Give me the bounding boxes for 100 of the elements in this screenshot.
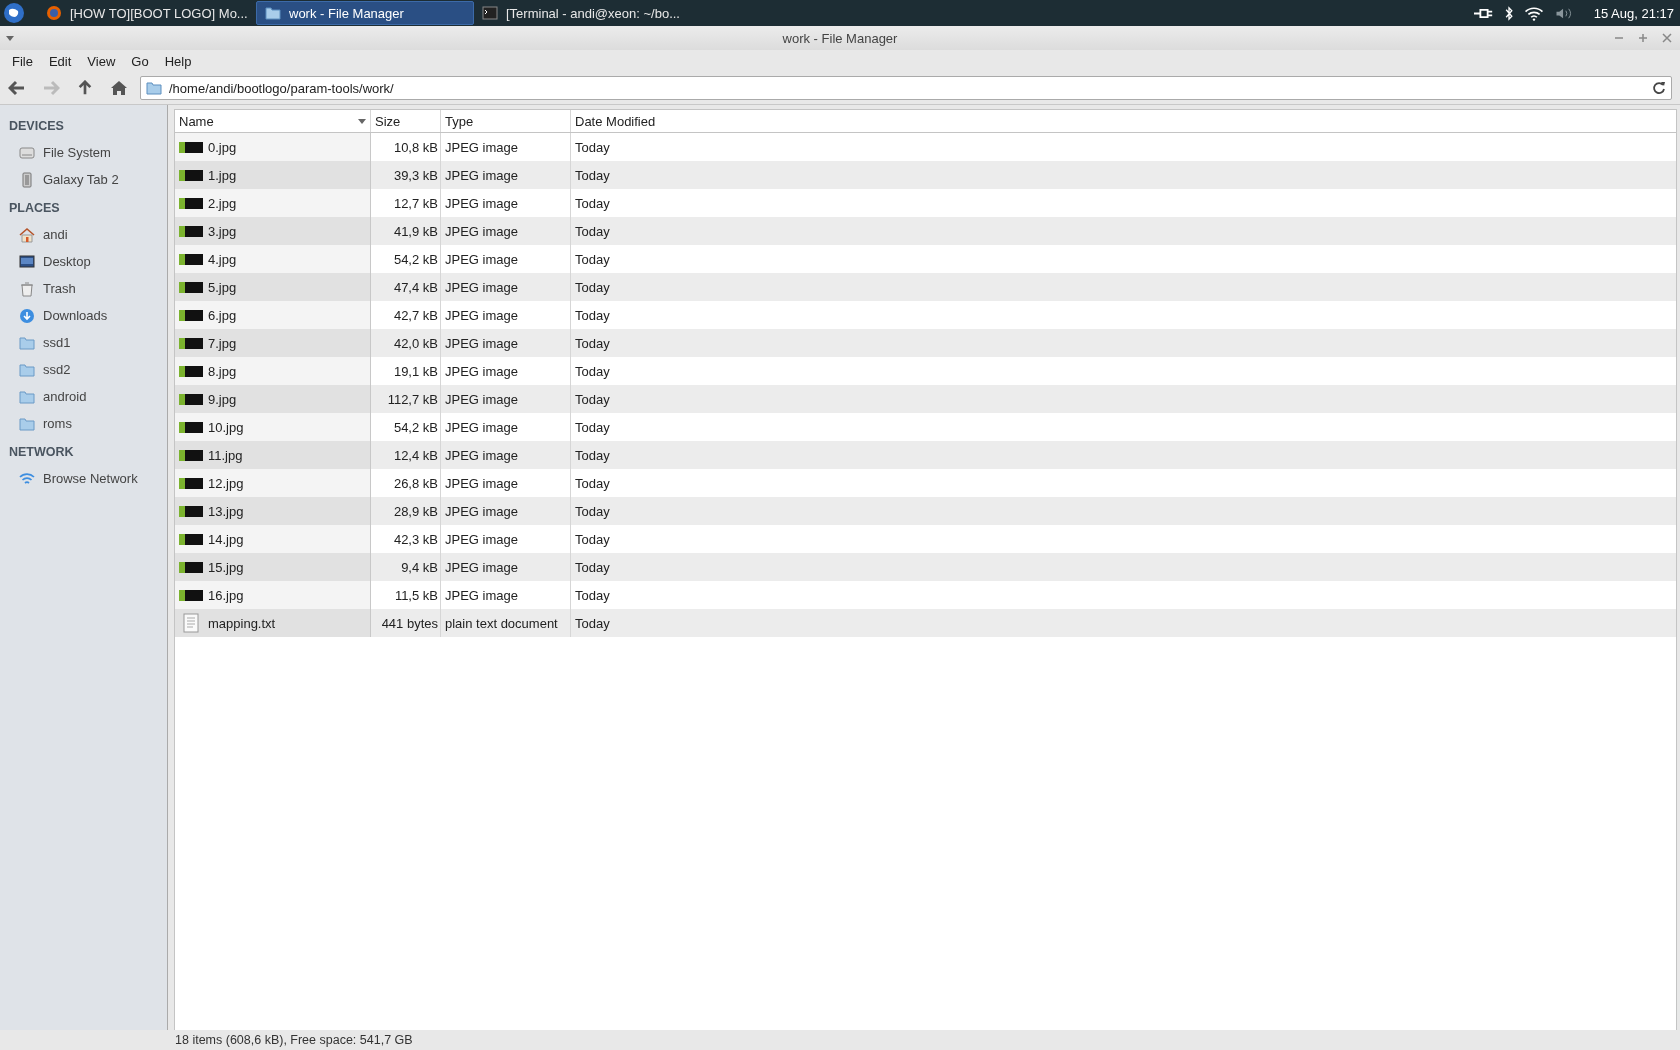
column-header[interactable]: Type (441, 110, 571, 132)
file-name[interactable]: 6.jpg (208, 307, 237, 323)
date-modified: Today (575, 615, 610, 631)
file-name[interactable]: 0.jpg (208, 139, 237, 155)
file-name[interactable]: 12.jpg (208, 475, 244, 491)
file-size: 12,7 kB (393, 195, 438, 211)
hard-drive-icon (19, 144, 35, 161)
file-size: 39,3 kB (393, 167, 438, 183)
file-name[interactable]: 10.jpg (208, 419, 244, 435)
file-type: JPEG image (445, 167, 518, 183)
menu-item[interactable]: Edit (40, 51, 80, 71)
folder-icon (19, 361, 35, 378)
column-header[interactable]: Name (175, 110, 371, 132)
sidebar-item[interactable]: File System (43, 145, 111, 160)
file-type: JPEG image (445, 419, 518, 435)
maximize-icon[interactable] (1638, 33, 1648, 43)
trash-icon (19, 280, 35, 297)
file-name[interactable]: 4.jpg (208, 251, 237, 267)
file-name[interactable]: 15.jpg (208, 559, 244, 575)
sidebar-item[interactable]: Trash (43, 281, 76, 296)
reload-icon[interactable] (1652, 81, 1666, 95)
file-size: 42,0 kB (393, 335, 438, 351)
sidebar-item[interactable]: Galaxy Tab 2 (43, 172, 119, 187)
location-field[interactable]: /home/andi/bootlogo/param-tools/work/ (140, 76, 1672, 100)
sidebar-item[interactable]: Browse Network (43, 471, 138, 486)
close-icon[interactable] (1662, 33, 1672, 43)
date-modified: Today (575, 223, 610, 239)
file-name[interactable]: 7.jpg (208, 335, 237, 351)
date-modified: Today (575, 447, 610, 463)
file-name[interactable]: 1.jpg (208, 167, 237, 183)
file-size: 28,9 kB (393, 503, 438, 519)
menu-item[interactable]: Help (156, 51, 200, 71)
column-header[interactable]: Date Modified (571, 110, 1676, 132)
taskbar-button[interactable]: [Terminal - andi@xeon: ~/bo... (474, 1, 692, 25)
file-size: 26,8 kB (393, 475, 438, 491)
file-name[interactable]: 5.jpg (208, 279, 237, 295)
sidebar-item[interactable]: android (43, 389, 87, 404)
image-thumbnail (179, 449, 203, 461)
image-thumbnail (179, 505, 203, 517)
file-name[interactable]: 16.jpg (208, 587, 244, 603)
date-modified: Today (575, 167, 610, 183)
date-modified: Today (575, 307, 610, 323)
start-menu-icon[interactable] (4, 3, 24, 23)
window-menu-icon[interactable] (6, 35, 14, 41)
date-modified: Today (575, 587, 610, 603)
sidebar-item[interactable]: ssd1 (43, 335, 71, 350)
image-thumbnail (179, 253, 203, 265)
bluetooth-icon[interactable] (1503, 5, 1514, 21)
image-thumbnail (179, 141, 203, 153)
file-name[interactable]: 14.jpg (208, 531, 244, 547)
file-name[interactable]: 13.jpg (208, 503, 244, 519)
file-name[interactable]: 3.jpg (208, 223, 237, 239)
menu-item[interactable]: View (79, 51, 124, 71)
taskbar-button[interactable]: work - File Manager (256, 1, 474, 25)
image-thumbnail (179, 337, 203, 349)
image-thumbnail (179, 281, 203, 293)
file-type: JPEG image (445, 307, 518, 323)
file-type: JPEG image (445, 475, 518, 491)
date-modified: Today (575, 531, 610, 547)
sidebar-item[interactable]: andi (43, 227, 68, 242)
image-thumbnail (179, 309, 203, 321)
file-size: 42,3 kB (393, 531, 438, 547)
file-name[interactable]: mapping.txt (208, 615, 276, 631)
sidebar-item[interactable]: Downloads (43, 308, 108, 323)
file-size: 112,7 kB (387, 391, 438, 407)
file-type: JPEG image (445, 363, 518, 379)
file-type: JPEG image (445, 139, 518, 155)
image-thumbnail (179, 477, 203, 489)
status-text: 18 items (608,6 kB), Free space: 541,7 GB (175, 1033, 413, 1047)
date-modified: Today (575, 363, 610, 379)
browser-icon (46, 5, 62, 21)
file-size: 42,7 kB (393, 307, 438, 323)
folder-icon (19, 388, 35, 405)
file-name[interactable]: 8.jpg (208, 363, 237, 379)
file-type: JPEG image (445, 251, 518, 267)
up-arrow-icon[interactable] (76, 80, 94, 96)
menu-item[interactable]: Go (123, 51, 157, 71)
date-modified: Today (575, 475, 610, 491)
folder-icon (19, 334, 35, 351)
sidebar-item[interactable]: ssd2 (43, 362, 71, 377)
file-name[interactable]: 11.jpg (208, 447, 243, 463)
date-modified: Today (575, 139, 610, 155)
image-thumbnail (179, 533, 203, 545)
file-name[interactable]: 2.jpg (208, 195, 237, 211)
file-name[interactable]: 9.jpg (208, 391, 237, 407)
image-thumbnail (179, 365, 203, 377)
back-arrow-icon[interactable] (8, 80, 26, 96)
file-size: 54,2 kB (393, 251, 438, 267)
date-modified: Today (575, 335, 610, 351)
folder-icon (19, 415, 35, 432)
menu-item[interactable]: File (4, 51, 41, 71)
taskbar-button[interactable]: [HOW TO][BOOT LOGO] Mo... (38, 1, 256, 25)
column-header[interactable]: Size (371, 110, 441, 132)
home-icon[interactable] (110, 80, 128, 96)
clock[interactable]: 15 Aug, 21:17 (1593, 5, 1674, 21)
sidebar-item[interactable]: roms (43, 416, 72, 431)
image-thumbnail (179, 197, 203, 209)
sidebar-item[interactable]: Desktop (43, 254, 91, 269)
wifi-icon[interactable] (1523, 5, 1544, 21)
terminal-icon (482, 5, 498, 21)
